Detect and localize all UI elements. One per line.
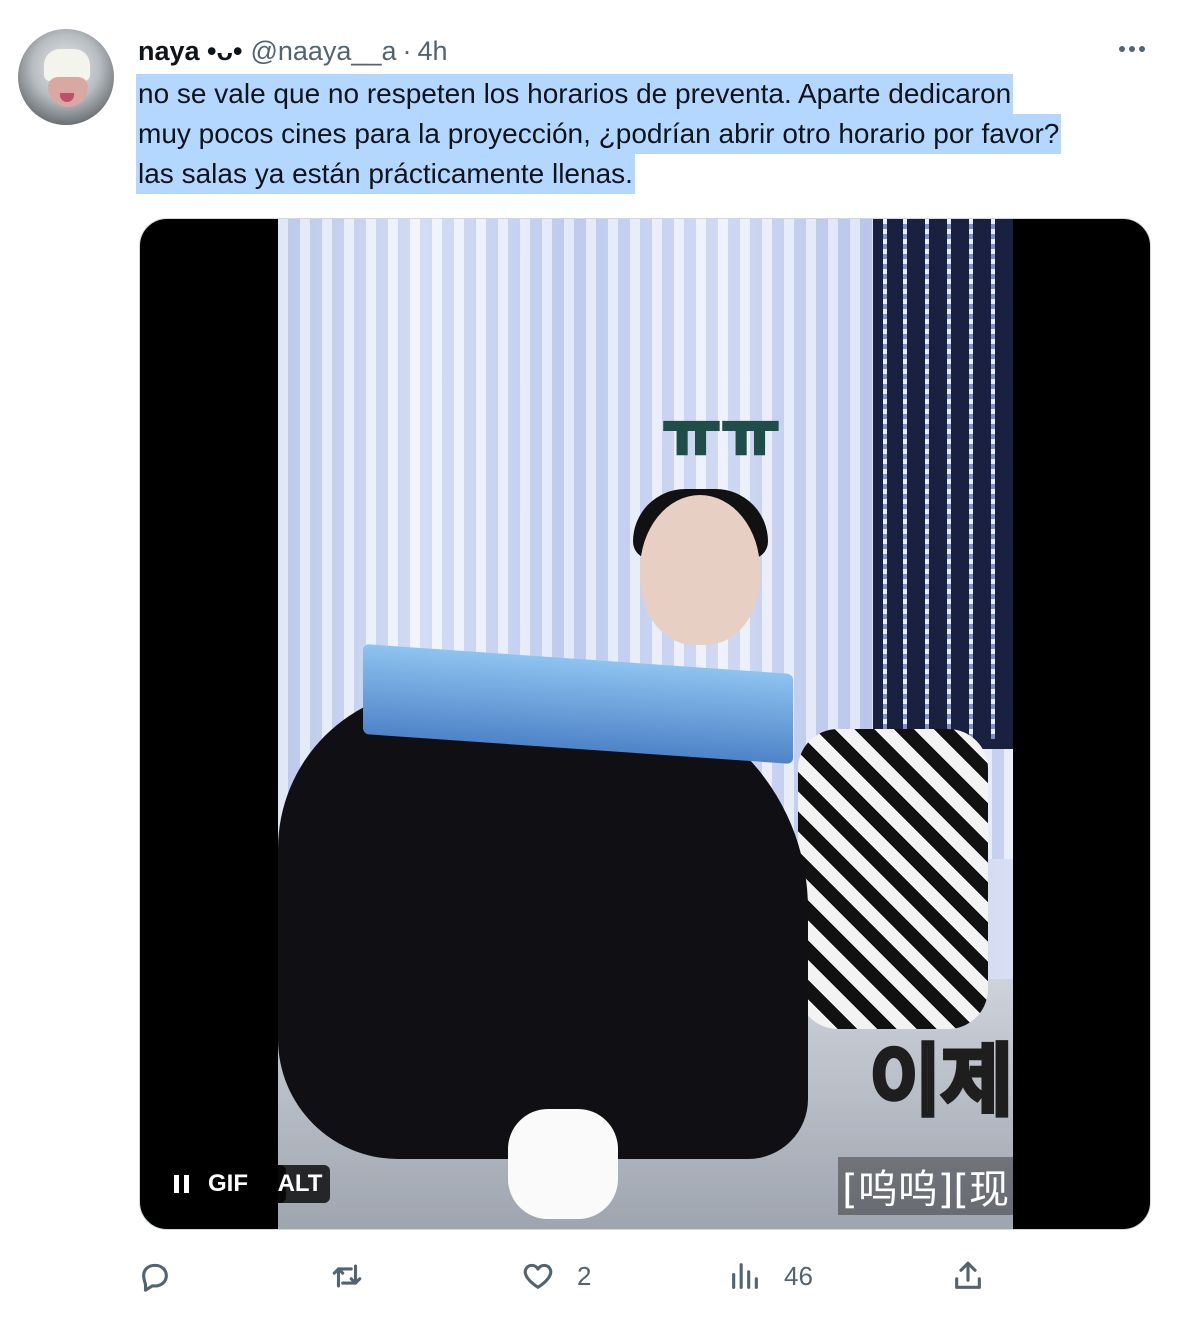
gif-media[interactable]: ㅠㅠ 이제 [呜呜][现 GIF ALT (139, 218, 1151, 1230)
pause-icon[interactable] (174, 1175, 194, 1193)
tweet-card[interactable]: naya •ᴗ• @naaya__a · 4h no se vale que n… (0, 0, 1202, 1328)
caption-korean: 이제 (867, 1035, 1013, 1129)
author-name[interactable]: naya •ᴗ• (138, 36, 242, 67)
tweet-text-line: no se vale que no respeten los horarios … (136, 74, 1014, 114)
gif-frame: ㅠㅠ 이제 [呜呜][现 (278, 219, 1013, 1229)
views-button[interactable]: 46 (728, 1252, 813, 1300)
houndstooth-jacket (798, 729, 988, 1029)
window-background (873, 219, 1013, 749)
tweet-text: no se vale que no respeten los horarios … (136, 74, 1178, 194)
action-bar: 2 46 (138, 1252, 1178, 1300)
separator-dot: · (402, 35, 412, 66)
like-button[interactable]: 2 (521, 1252, 591, 1300)
tweet-text-line: muy pocos cines para la proyección, ¿pod… (136, 114, 1062, 154)
share-button[interactable] (951, 1252, 985, 1300)
more-options-icon[interactable] (1112, 34, 1152, 64)
author-handle[interactable]: @naaya__a (250, 36, 396, 67)
retweet-icon (332, 1264, 362, 1288)
share-icon (955, 1261, 981, 1289)
tweet-header: naya •ᴗ• @naaya__a · 4h (138, 34, 448, 68)
gif-badge[interactable]: GIF (162, 1165, 286, 1203)
person-face (640, 495, 760, 645)
like-count: 2 (577, 1260, 592, 1291)
caption-chinese-subtitle: [呜呜][现 (838, 1157, 1013, 1215)
tweet-text-line: las salas ya están prácticamente llenas. (136, 154, 635, 194)
caption-crying-emoticon: ㅠㅠ (661, 396, 782, 473)
gif-label: GIF (208, 1170, 248, 1197)
heart-icon (523, 1263, 553, 1289)
retweet-button[interactable] (330, 1252, 364, 1300)
avatar-face (48, 77, 88, 107)
views-count: 46 (784, 1260, 813, 1291)
tweet-timestamp[interactable]: 4h (417, 36, 447, 67)
reply-icon (142, 1263, 168, 1292)
alt-label: ALT (277, 1170, 323, 1197)
views-icon (732, 1263, 758, 1289)
author-avatar[interactable] (18, 29, 114, 125)
white-sock (508, 1109, 618, 1219)
reply-button[interactable] (138, 1252, 172, 1300)
alt-badge[interactable]: ALT (270, 1165, 330, 1203)
